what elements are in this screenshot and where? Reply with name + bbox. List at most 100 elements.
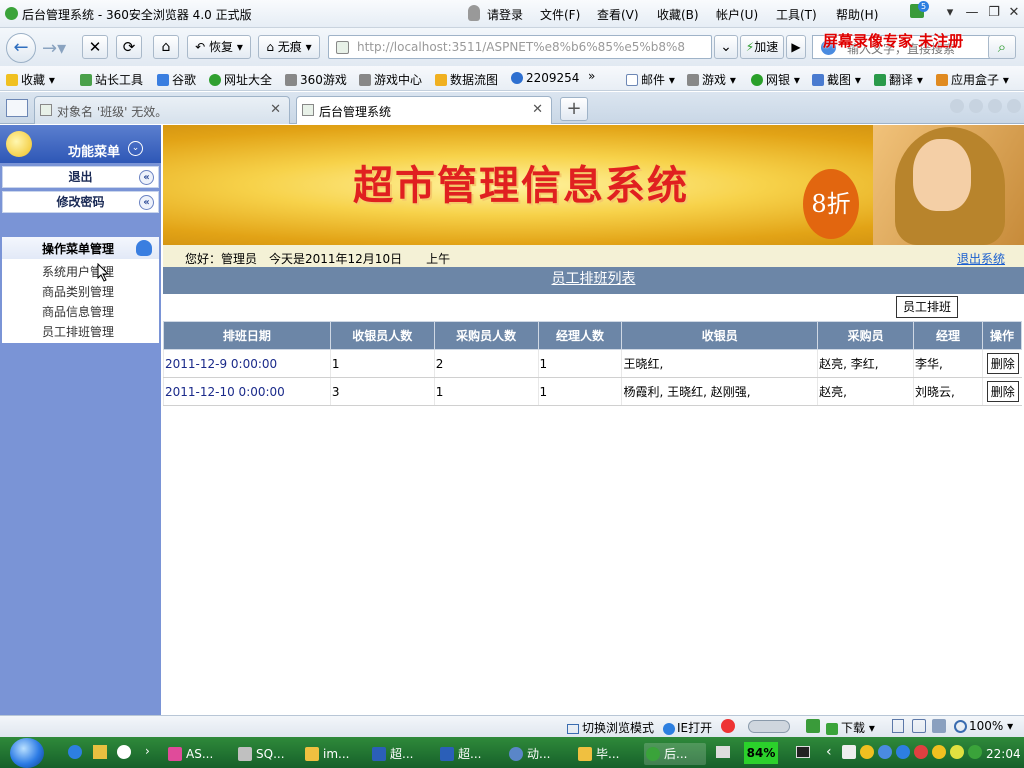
address-dropdown-icon[interactable]: ⌄ [714,35,738,59]
taskbar-item-thesis[interactable]: 毕... [576,743,638,765]
tools-icon[interactable] [806,719,820,733]
bookmarks-more[interactable]: » [588,69,595,83]
new-tab-button[interactable]: + [560,97,588,121]
go-button[interactable]: ▶ [786,35,806,59]
notrace-button[interactable]: ⌂ 无痕 ▾ [258,35,320,59]
tab-close-all-icon[interactable] [1007,99,1021,113]
document-icon[interactable] [892,719,904,733]
tray-app-icon[interactable] [914,745,928,759]
bookmark-translate[interactable]: 翻译 ▾ [874,71,923,88]
bookmark-dataflow[interactable]: 数据流图 [435,71,498,88]
tab-close-icon[interactable]: ✕ [532,102,543,117]
speed-button[interactable]: ⚡加速 [740,35,784,59]
forward-button[interactable]: →▾ [42,38,66,59]
stop-button[interactable]: ✕ [82,35,108,59]
back-button[interactable]: ← [6,33,36,63]
maximize-icon[interactable]: ❐ [984,4,1004,22]
close-icon[interactable]: ✕ [1004,4,1024,22]
menu-help[interactable]: 帮助(H) [836,6,878,23]
taskbar-item-im[interactable]: im... [303,743,365,765]
bookmark-app-box[interactable]: 应用盒子 ▾ [936,71,1009,88]
sidebar-link-product-categories[interactable]: 商品类别管理 [42,283,114,300]
double-chevron-icon[interactable]: « [139,170,154,185]
tray-app-icon[interactable] [950,745,964,759]
menu-tools[interactable]: 工具(T) [776,6,817,23]
menu-file[interactable]: 文件(F) [540,6,580,23]
bookmark-google[interactable]: 谷歌 [157,71,196,88]
bookmark-mail[interactable]: 邮件 ▾ [626,71,675,88]
menu-favorites[interactable]: 收藏(B) [657,6,699,23]
taskbar-item-word-2[interactable]: 超... [438,743,500,765]
tab-admin-system[interactable]: 后台管理系统 ✕ [296,96,552,124]
bookmark-games[interactable]: 游戏 ▾ [687,71,736,88]
ie-open-button[interactable]: IE打开 [663,719,712,736]
bookmark-url-directory[interactable]: 网址大全 [209,71,272,88]
sidebar-item-logout[interactable]: 退出 « [2,166,159,188]
taskbar-item-sql[interactable]: SQ... [236,743,298,765]
tab-scroll-left-icon[interactable] [950,99,964,113]
table-header-row: 排班日期 收银员人数 采购员人数 经理人数 收银员 采购员 经理 操作 [163,321,1023,350]
taskbar-item-as[interactable]: AS... [166,743,228,765]
start-button[interactable] [10,738,44,768]
tab-close-icon[interactable]: ✕ [270,102,281,117]
double-chevron-icon[interactable]: « [139,195,154,210]
bookmark-game-center[interactable]: 游戏中心 [359,71,422,88]
taskbar-label: 动... [527,747,551,761]
download-button[interactable]: 下载 ▾ [826,719,875,736]
tray-network-icon[interactable] [842,745,856,759]
sidebar-toggle-icon[interactable] [6,99,28,117]
bookmark-360-games[interactable]: 360游戏 [285,71,347,88]
restore-button[interactable]: ↶ 恢复 ▾ [187,35,251,59]
bookmark-2209254[interactable]: 2209254 [511,71,579,85]
taskbar-item-word-1[interactable]: 超... [370,743,432,765]
quicklaunch-ie-icon[interactable] [68,745,82,759]
refresh-button[interactable]: ⟳ [116,35,142,59]
quicklaunch-more-icon[interactable]: › [145,744,150,758]
tray-app-icon[interactable] [860,745,874,759]
sidebar-link-staff-schedule[interactable]: 员工排班管理 [42,323,114,340]
screen-icon[interactable] [912,719,926,733]
minimize-icon[interactable]: — [962,4,982,22]
collapse-icon[interactable]: ⌄ [128,141,143,156]
sidebar-link-product-info[interactable]: 商品信息管理 [42,303,114,320]
tab-error[interactable]: 对象名 '班级' 无效。 ✕ [34,96,290,124]
tray-app-icon[interactable] [896,745,910,759]
schedule-staff-button[interactable]: 员工排班 [896,296,958,318]
menu-dropdown-icon[interactable]: ▾ [940,4,960,22]
bookmark-screenshot[interactable]: 截图 ▾ [812,71,861,88]
quicklaunch-explorer-icon[interactable] [93,745,107,759]
bookmark-webmaster[interactable]: 站长工具 [80,71,143,88]
volume-icon[interactable] [932,719,946,733]
home-button[interactable]: ⌂ [153,35,179,59]
address-input[interactable]: http://localhost:3511/ASPNET%e8%b6%85%e5… [357,40,707,54]
sidebar-item-change-password[interactable]: 修改密码 « [2,191,159,213]
security-icon[interactable] [721,719,735,733]
delete-button[interactable]: 删除 [986,381,1019,402]
tab-list-icon[interactable] [988,99,1002,113]
taskbar-item-animation[interactable]: 动... [507,743,569,765]
tray-app-icon[interactable] [968,745,982,759]
quicklaunch-search-icon[interactable] [117,745,131,759]
list-title-link[interactable]: 员工排班列表 [552,271,636,287]
menu-login[interactable]: 请登录 [487,6,523,23]
menu-view[interactable]: 查看(V) [597,6,639,23]
taskbar-clock[interactable]: 22:04 [986,747,1021,761]
logout-link[interactable]: 退出系统 [957,250,1005,267]
toggle-switch[interactable] [748,720,790,733]
search-button[interactable]: ⌕ [988,35,1016,59]
tray-expand-icon[interactable]: ‹ [826,744,832,760]
tray-app-icon[interactable] [878,745,892,759]
power-icon[interactable] [796,746,810,758]
address-bar[interactable]: http://localhost:3511/ASPNET%e8%b6%85%e5… [328,35,712,59]
tab-scroll-right-icon[interactable] [969,99,983,113]
switch-mode-button[interactable]: 切换浏览模式 [567,719,654,736]
battery-percentage[interactable]: 84% [744,742,778,764]
tray-qq-icon[interactable] [932,745,946,759]
bookmark-favorites[interactable]: 收藏 ▾ [6,71,55,88]
delete-button[interactable]: 删除 [986,353,1019,374]
taskbar-item-browser[interactable]: 后... [644,743,706,765]
menu-account[interactable]: 帐户(U) [716,6,758,23]
keyboard-icon[interactable] [716,746,730,758]
bookmark-bank[interactable]: 网银 ▾ [751,71,800,88]
zoom-control[interactable]: 100% ▾ [954,719,1013,733]
